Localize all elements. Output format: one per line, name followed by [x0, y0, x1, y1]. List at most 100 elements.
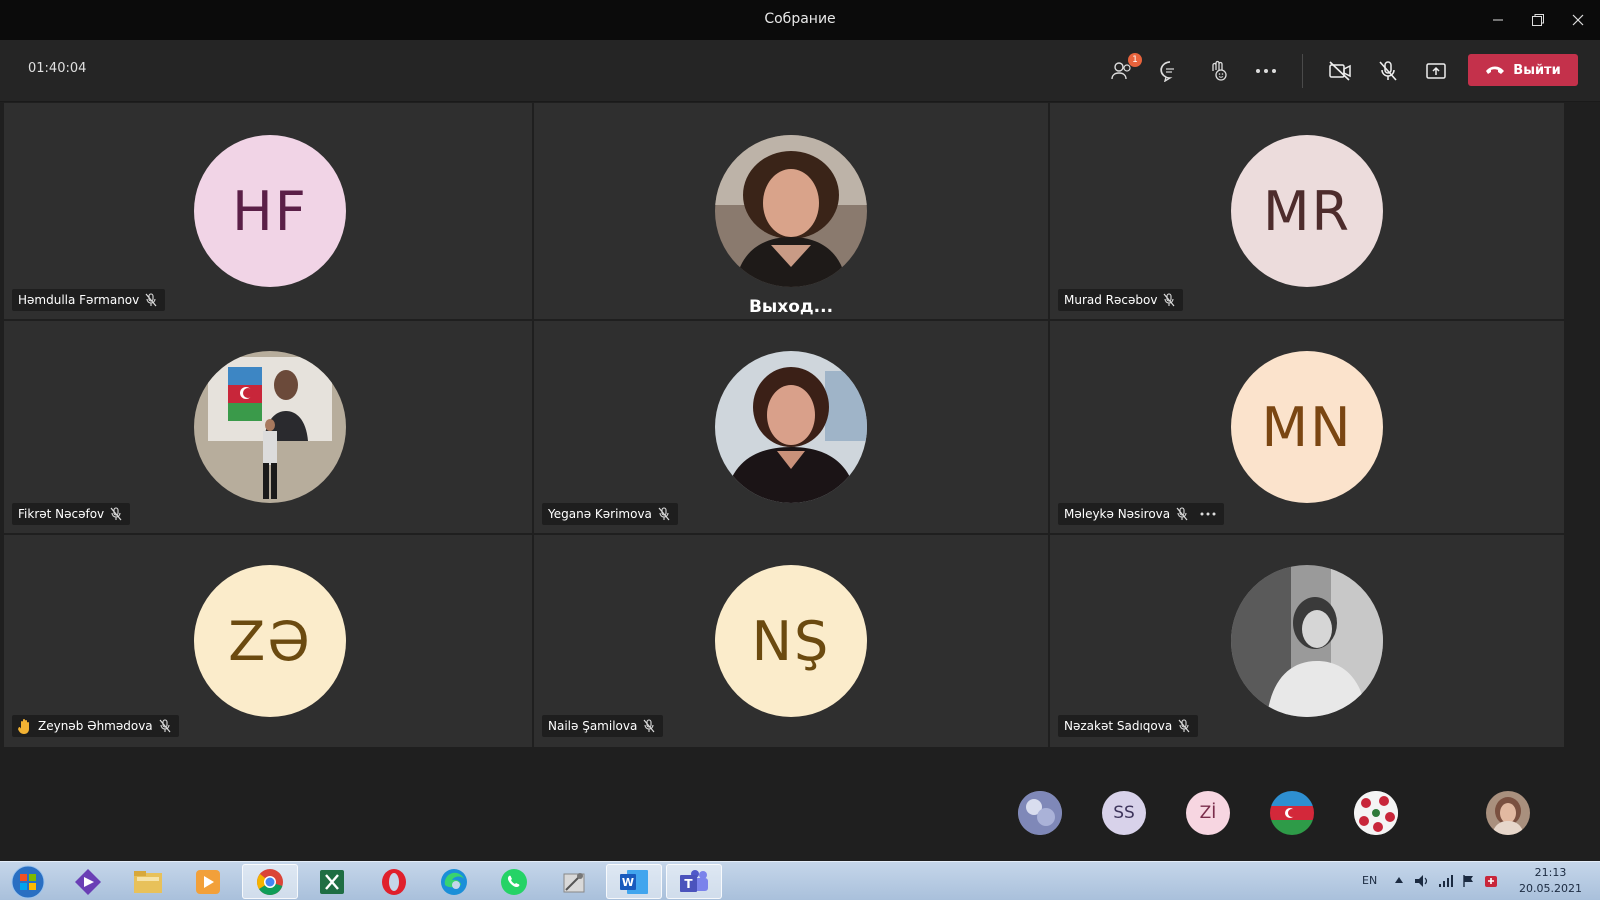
mic-off-icon [1176, 507, 1188, 521]
mic-off-icon [1163, 293, 1175, 307]
more-options-icon[interactable] [1200, 512, 1216, 516]
overflow-participants-strip: SS Zİ [0, 763, 1600, 861]
flag-icon [1463, 875, 1473, 887]
chat-button[interactable] [1154, 55, 1186, 87]
mini-participant-avatar[interactable]: SS [1102, 791, 1146, 835]
meeting-toolbar: 01:40:04 1 Выйти [0, 40, 1600, 102]
camera-toggle-button[interactable] [1324, 55, 1356, 87]
participant-name: Nailə Şamilova [548, 719, 638, 733]
taskbar-media-player[interactable] [180, 864, 236, 899]
taskbar-word[interactable]: W [606, 864, 662, 899]
video-grid: HF Həmdulla Fərmanov Выход... MR Murad R… [4, 103, 1596, 763]
flowers-avatar-icon [1354, 791, 1398, 835]
hang-up-icon [1486, 66, 1505, 74]
leaving-status: Выход... [748, 297, 834, 317]
participant-tile[interactable]: MR Murad Rəcəbov [1050, 103, 1564, 319]
participant-name: Murad Rəcəbov [1064, 293, 1158, 307]
participant-tile[interactable]: Fikrət Nəcəfov [4, 321, 532, 533]
avatar-initials: ZƏ [228, 609, 312, 673]
mini-participant-avatar[interactable] [1018, 791, 1062, 835]
share-screen-button[interactable] [1420, 55, 1452, 87]
leave-meeting-button[interactable]: Выйти [1468, 54, 1578, 86]
participant-tile[interactable]: MN Məleykə Nəsirova [1050, 321, 1564, 533]
participant-avatar: MN [1231, 351, 1383, 503]
taskbar-edge[interactable] [426, 864, 482, 899]
participant-nameplate: Fikrət Nəcəfov [12, 503, 131, 525]
participant-tile[interactable]: NŞ Nailə Şamilova [534, 535, 1048, 747]
meeting-timer: 01:40:04 [28, 61, 87, 76]
mic-off-icon [145, 293, 157, 307]
participant-name: Məleykə Nəsirova [1064, 507, 1171, 521]
network-icon[interactable] [1438, 874, 1454, 891]
leave-label: Выйти [1513, 62, 1561, 78]
participant-avatar: ZƏ [194, 565, 346, 717]
taskbar-opera[interactable] [366, 864, 422, 899]
clock-date: 20.05.2021 [1519, 882, 1582, 895]
mic-off-icon [1178, 719, 1190, 733]
participant-tile[interactable]: Выход... [534, 103, 1048, 319]
opera-icon [382, 868, 406, 895]
chrome-icon [257, 868, 283, 895]
avatar-initials: MN [1261, 395, 1353, 459]
minimize-button[interactable] [1482, 6, 1514, 34]
mini-participant-avatar[interactable]: Zİ [1186, 791, 1230, 835]
chevron-up-icon [1395, 877, 1403, 883]
spreadsheet-app-icon [320, 869, 344, 894]
participant-nameplate: Zeynəb Əhmədova [12, 715, 179, 737]
participant-tile[interactable]: ZƏ Zeynəb Əhmədova [4, 535, 532, 747]
antivirus-icon [1485, 876, 1497, 887]
participant-nameplate: Nailə Şamilova [542, 715, 664, 737]
reactions-button[interactable] [1202, 55, 1234, 87]
tray-expand-icon[interactable] [1394, 874, 1404, 887]
taskbar-app[interactable] [546, 864, 602, 899]
svg-text:T: T [684, 877, 693, 891]
participant-photo [715, 351, 867, 503]
signal-bars-icon [1439, 875, 1453, 887]
share-icon [1426, 63, 1446, 79]
participant-tile[interactable]: HF Həmdulla Fərmanov [4, 103, 532, 319]
system-clock[interactable]: 21:13 20.05.2021 [1519, 865, 1582, 897]
taskbar-app[interactable] [60, 864, 116, 899]
taskbar-whatsapp[interactable] [486, 864, 542, 899]
language-indicator[interactable]: EN [1362, 874, 1377, 887]
participant-avatar: NŞ [715, 565, 867, 717]
window-title: Собрание [764, 11, 836, 27]
mini-participant-avatar[interactable] [1270, 791, 1314, 835]
self-view-avatar[interactable] [1486, 791, 1530, 835]
more-actions-button[interactable] [1250, 55, 1282, 87]
svg-text:W: W [622, 876, 634, 889]
person-photo-icon [715, 135, 867, 287]
mic-off-icon [658, 507, 670, 521]
self-photo-icon [1486, 791, 1530, 835]
participant-photo [715, 135, 867, 287]
start-button[interactable] [4, 864, 52, 899]
mini-avatar-initials: Zİ [1199, 803, 1217, 823]
minimize-icon [1493, 19, 1503, 21]
taskbar-teams[interactable]: T [666, 864, 722, 899]
mic-off-icon [110, 507, 122, 521]
taskbar-app[interactable] [304, 864, 360, 899]
participant-avatar: MR [1231, 135, 1383, 287]
participants-button[interactable]: 1 [1106, 53, 1142, 87]
mini-participant-avatar[interactable] [1354, 791, 1398, 835]
volume-icon[interactable] [1414, 874, 1430, 891]
microphone-toggle-button[interactable] [1372, 55, 1404, 87]
speaker-icon [1415, 875, 1428, 887]
teams-icon: T [680, 869, 708, 892]
participants-badge: 1 [1128, 53, 1142, 67]
participant-tile[interactable]: Yeganə Kərimova [534, 321, 1048, 533]
close-button[interactable] [1562, 6, 1594, 34]
action-center-icon[interactable] [1462, 874, 1476, 891]
mic-off-icon [643, 719, 655, 733]
tools-app-icon [563, 872, 585, 892]
restore-button[interactable] [1522, 6, 1554, 34]
taskbar-file-explorer[interactable] [120, 864, 176, 899]
title-bar: Собрание [0, 0, 1600, 40]
media-player-icon [196, 869, 220, 894]
participant-tile[interactable]: Nəzakət Sadıqova [1050, 535, 1564, 747]
mic-off-icon [1379, 61, 1397, 81]
mini-avatar-initials: SS [1113, 803, 1135, 823]
word-icon: W [620, 869, 648, 894]
taskbar-chrome[interactable] [242, 864, 298, 899]
security-tray-icon[interactable] [1484, 874, 1498, 891]
